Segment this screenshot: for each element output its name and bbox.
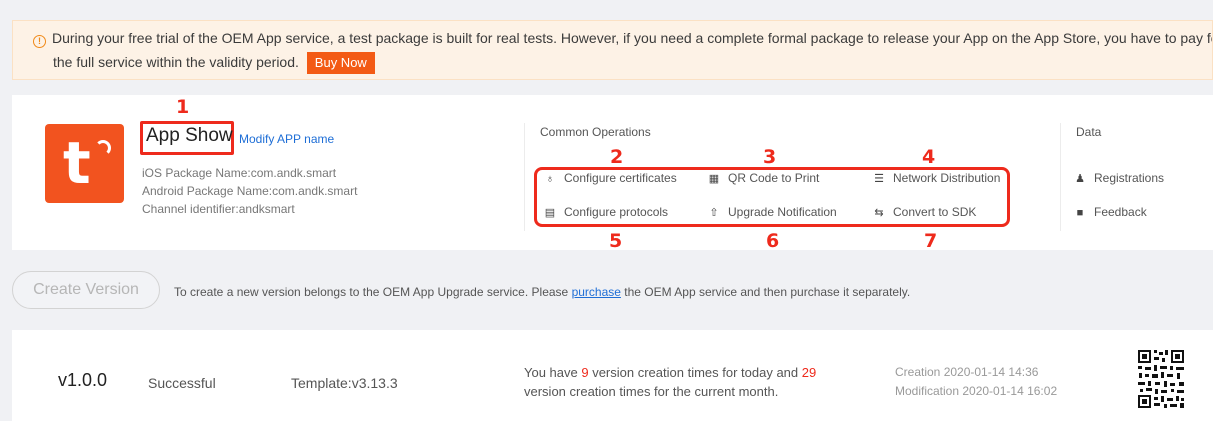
certificate-icon: ♁ [545, 173, 555, 185]
ios-package-name: iOS Package Name:com.andk.smart [142, 166, 337, 180]
version-status: Successful [148, 375, 216, 391]
version-number: v1.0.0 [58, 370, 108, 390]
buy-now-button[interactable]: Buy Now [306, 52, 375, 74]
app-name: App Show [146, 125, 233, 146]
op-label: Upgrade Notification [728, 205, 837, 219]
op-label: Configure protocols [564, 205, 669, 219]
channel-identifier: Channel identifier:andksmart [142, 202, 295, 216]
creation-date: Creation 2020-01-14 14:36 [895, 365, 1039, 379]
quota-text: version creation times for today and [588, 365, 802, 380]
op-label: Registrations [1094, 171, 1165, 185]
qr-code-to-print-link[interactable]: ▦ QR Code to Print [708, 171, 820, 185]
registrations-link[interactable]: ♟ Registrations [1074, 171, 1164, 185]
qr-code-image[interactable] [1136, 346, 1186, 412]
signal-arc-icon [95, 140, 111, 156]
section-divider [1060, 123, 1061, 231]
op-label: Configure certificates [564, 171, 677, 185]
network-list-icon: ☰ [874, 173, 884, 185]
create-version-button[interactable]: Create Version [12, 271, 160, 309]
annotation-number-7: 7 [924, 230, 938, 252]
android-package-name: Android Package Name:com.andk.smart [142, 184, 358, 198]
qr-code-icon: ▦ [708, 173, 720, 185]
feedback-icon: ■ [1076, 207, 1084, 219]
tuya-logo-icon: t [63, 129, 91, 197]
document-icon: ▤ [544, 207, 556, 219]
annotation-number-5: 5 [609, 230, 623, 252]
op-label: Feedback [1094, 205, 1147, 219]
month-count: 29 [801, 365, 817, 380]
quota-text: You have [524, 365, 582, 380]
annotation-number-6: 6 [766, 230, 780, 252]
app-logo: t [45, 124, 124, 203]
version-card: v1.0.0 Successful Template:v3.13.3 You h… [12, 330, 1213, 421]
version-quota-info: You have 9 version creation times for to… [524, 363, 816, 401]
convert-icon: ⇆ [874, 207, 884, 219]
network-distribution-link[interactable]: ☰ Network Distribution [873, 171, 1000, 185]
op-label: QR Code to Print [728, 171, 820, 185]
quota-line-1: You have 9 version creation times for to… [524, 363, 816, 382]
annotation-number-2: 2 [610, 146, 624, 168]
notice-text-1: During your free trial of the OEM App se… [52, 30, 1213, 46]
section-divider [524, 123, 525, 231]
version-dates: Creation 2020-01-14 14:36 Modification 2… [895, 363, 1057, 401]
op-label: Convert to SDK [893, 205, 977, 219]
app-info-card: t App Show Modify APP name iOS Package N… [12, 95, 1213, 252]
warning-circle-icon: ! [33, 35, 46, 48]
purchase-link[interactable]: purchase [572, 285, 621, 299]
convert-to-sdk-link[interactable]: ⇆ Convert to SDK [873, 205, 976, 219]
quota-line-2: version creation times for the current m… [524, 384, 779, 399]
upgrade-arrow-icon: ⇧ [709, 207, 719, 219]
hint-text-after: the OEM App service and then purchase it… [620, 285, 911, 299]
modification-date: Modification 2020-01-14 16:02 [895, 384, 1058, 398]
create-version-hint: To create a new version belongs to the O… [174, 285, 910, 299]
feedback-link[interactable]: ■ Feedback [1074, 205, 1147, 219]
common-operations-title: Common Operations [540, 125, 651, 139]
notice-line-2: the full service within the validity per… [33, 51, 1212, 74]
configure-certificates-link[interactable]: ♁ Configure certificates [544, 171, 677, 185]
notice-line-1: ! During your free trial of the OEM App s… [33, 27, 1212, 49]
users-icon: ♟ [1075, 173, 1085, 185]
annotation-number-3: 3 [763, 146, 777, 168]
upgrade-notification-link[interactable]: ⇧ Upgrade Notification [708, 205, 837, 219]
version-template: Template:v3.13.3 [291, 375, 398, 391]
op-label: Network Distribution [893, 171, 1001, 185]
trial-notice-banner: ! During your free trial of the OEM App s… [12, 20, 1213, 80]
annotation-number-1: 1 [176, 96, 190, 118]
annotation-number-4: 4 [922, 146, 936, 168]
today-count: 9 [581, 365, 589, 380]
data-section-title: Data [1076, 125, 1102, 139]
modify-app-name-link[interactable]: Modify APP name [239, 132, 334, 146]
configure-protocols-link[interactable]: ▤ Configure protocols [544, 205, 668, 219]
notice-text-2: the full service within the validity per… [53, 54, 299, 70]
hint-text-before: To create a new version belongs to the O… [174, 285, 572, 299]
